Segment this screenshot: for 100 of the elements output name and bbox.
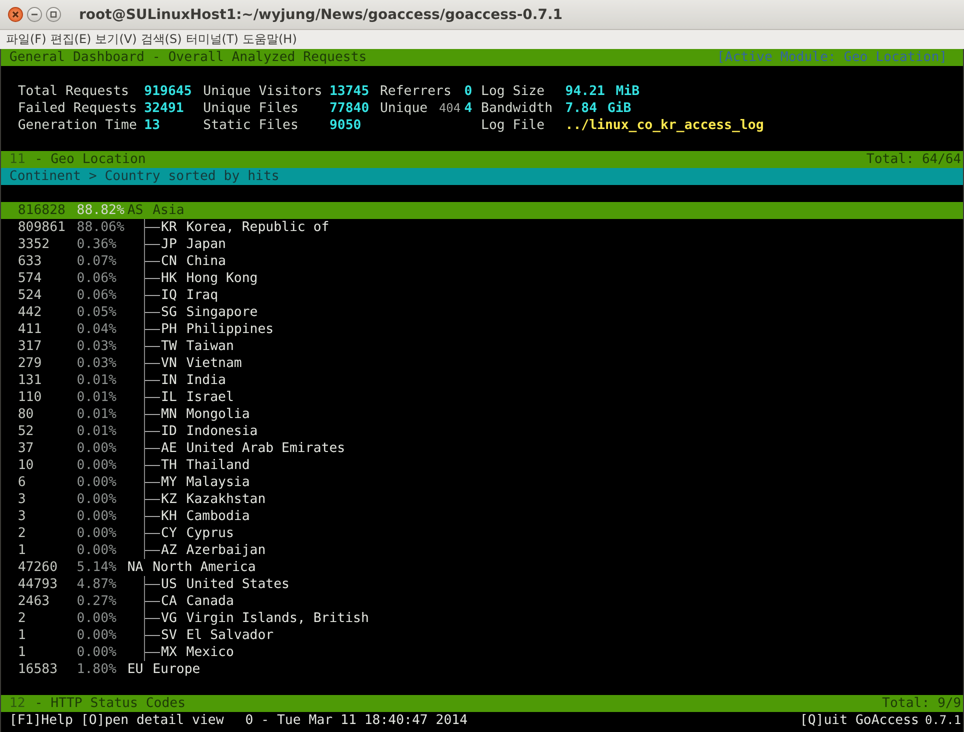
stat-value: 94.21 xyxy=(565,83,606,100)
stat-value: 0 xyxy=(464,83,473,100)
country-name: Virgin Islands, British xyxy=(186,610,370,627)
country-row[interactable]: 110 0.01% IL Israel xyxy=(1,389,963,406)
total-label: Total: xyxy=(882,695,931,712)
stat-value: 919645 xyxy=(144,83,193,100)
country-row[interactable]: 442 0.05% SG Singapore xyxy=(1,304,963,321)
hits-count: 16583 xyxy=(18,661,59,678)
country-code: CN xyxy=(161,253,178,270)
country-name: Taiwan xyxy=(186,338,235,355)
country-name: Kazakhstan xyxy=(186,491,267,508)
country-row[interactable]: 1 0.00% AZ Azerbaijan xyxy=(1,542,963,559)
hits-percent: 0.06% xyxy=(76,270,118,287)
hits-count: 442 xyxy=(18,304,43,321)
hits-count: 1 xyxy=(18,644,26,661)
stat-label: 404 xyxy=(438,100,462,117)
country-row[interactable]: 574 0.06% HK Hong Kong xyxy=(1,270,963,287)
country-code: MX xyxy=(161,644,178,661)
country-name: United Arab Emirates xyxy=(186,440,346,457)
country-name: China xyxy=(186,253,227,270)
hits-count: 131 xyxy=(18,372,43,389)
stat-label: Log File xyxy=(481,117,546,134)
menu-item[interactable]: 터미널(T) xyxy=(186,31,242,48)
country-code: AE xyxy=(161,440,178,457)
continent-row[interactable]: 47260 5.14% NA North America xyxy=(1,559,963,576)
hits-count: 574 xyxy=(18,270,43,287)
country-name: Mexico xyxy=(186,644,235,661)
country-row[interactable]: 633 0.07% CN China xyxy=(1,253,963,270)
stat-value: 7.84 xyxy=(565,100,598,117)
country-code: IN xyxy=(161,372,178,389)
stat-value: 13745 xyxy=(329,83,370,100)
continent-name: Europe xyxy=(152,661,202,678)
country-name: Azerbaijan xyxy=(186,542,267,559)
country-row[interactable]: 1 0.00% SV El Salvador xyxy=(1,627,963,644)
dashboard-title: General Dashboard - Overall Analyzed Requests xyxy=(9,49,368,66)
hits-count: 816828 xyxy=(18,202,66,219)
country-code: KZ xyxy=(161,491,178,508)
stat-label: Static Files xyxy=(203,117,300,134)
hits-count: 279 xyxy=(18,355,43,372)
continent-row[interactable]: 816828 88.82% AS Asia xyxy=(1,202,963,219)
country-row[interactable]: 37 0.00% AE United Arab Emirates xyxy=(1,440,963,457)
stat-label: Log Size xyxy=(481,83,546,100)
country-code: PH xyxy=(161,321,178,338)
hits-percent: 0.05% xyxy=(76,304,118,321)
country-code: VN xyxy=(161,355,178,372)
hits-percent: 0.00% xyxy=(76,610,118,627)
country-code: ID xyxy=(161,423,178,440)
country-row[interactable]: 2 0.00% VG Virgin Islands, British xyxy=(1,610,963,627)
hits-count: 52 xyxy=(18,423,35,440)
country-name: Hong Kong xyxy=(186,270,259,287)
quit-hint: [Q]uit GoAccess xyxy=(800,712,919,729)
menu-item[interactable]: 보기(V) xyxy=(95,31,141,48)
country-row[interactable]: 52 0.01% ID Indonesia xyxy=(1,423,963,440)
country-row[interactable]: 131 0.01% IN India xyxy=(1,372,963,389)
hits-percent: 0.00% xyxy=(76,474,118,491)
continent-code: EU xyxy=(127,661,144,678)
hits-count: 44793 xyxy=(18,576,59,593)
country-row[interactable]: 44793 4.87% US United States xyxy=(1,576,963,593)
country-row[interactable]: 279 0.03% VN Vietnam xyxy=(1,355,963,372)
country-row[interactable]: 80 0.01% MN Mongolia xyxy=(1,406,963,423)
hits-percent: 88.82% xyxy=(76,202,126,219)
country-code: VG xyxy=(161,610,178,627)
country-code: MN xyxy=(161,406,178,423)
menu-item[interactable]: 검색(S) xyxy=(140,31,186,48)
country-row[interactable]: 3 0.00% KZ Kazakhstan xyxy=(1,491,963,508)
country-name: Mongolia xyxy=(186,406,251,423)
country-row[interactable]: 809861 88.06% KR Korea, Republic of xyxy=(1,219,963,236)
hits-count: 809861 xyxy=(18,219,66,236)
hits-count: 10 xyxy=(18,457,35,474)
total-label: Total: xyxy=(866,151,916,168)
country-row[interactable]: 2 0.00% CY Cyprus xyxy=(1,525,963,542)
country-row[interactable]: 3 0.00% KH Cambodia xyxy=(1,508,963,525)
country-row[interactable]: 6 0.00% MY Malaysia xyxy=(1,474,963,491)
country-row[interactable]: 317 0.03% TW Taiwan xyxy=(1,338,963,355)
country-row[interactable]: 524 0.06% IQ Iraq xyxy=(1,287,963,304)
country-name: Philippines xyxy=(186,321,275,338)
country-name: Canada xyxy=(186,593,235,610)
country-row[interactable]: 10 0.00% TH Thailand xyxy=(1,457,963,474)
continent-row[interactable]: 16583 1.80% EU Europe xyxy=(1,661,963,678)
country-code: KR xyxy=(161,219,178,236)
menu-item[interactable]: 도움말(H) xyxy=(242,31,301,48)
hits-percent: 0.00% xyxy=(76,440,118,457)
stat-label: Unique xyxy=(380,100,429,117)
country-name: Indonesia xyxy=(186,423,259,440)
country-row[interactable]: 3352 0.36% JP Japan xyxy=(1,236,963,253)
menu-item[interactable]: 편집(E) xyxy=(50,31,96,48)
hits-count: 2 xyxy=(18,610,26,627)
menu-item[interactable]: 파일(F) xyxy=(6,31,50,48)
country-row[interactable]: 1 0.00% MX Mexico xyxy=(1,644,963,661)
country-name: El Salvador xyxy=(186,627,275,644)
country-row[interactable]: 2463 0.27% CA Canada xyxy=(1,593,963,610)
hits-percent: 0.36% xyxy=(76,236,118,253)
country-name: Cambodia xyxy=(186,508,251,525)
stat-label: Generation Time xyxy=(18,117,138,134)
version-label: 0.7.1 xyxy=(924,712,962,729)
continent-name: North America xyxy=(152,559,257,576)
continent-code: AS xyxy=(127,202,144,219)
country-row[interactable]: 411 0.04% PH Philippines xyxy=(1,321,963,338)
hits-count: 317 xyxy=(18,338,43,355)
hits-count: 3 xyxy=(18,491,26,508)
